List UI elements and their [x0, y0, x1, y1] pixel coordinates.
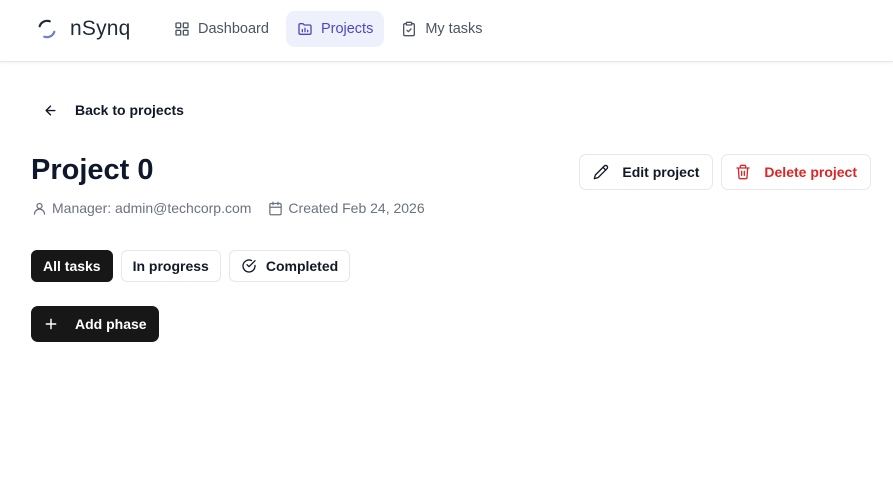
back-to-projects-link[interactable]: Back to projects — [43, 102, 184, 118]
filter-label: All tasks — [43, 258, 101, 274]
nav-item-my-tasks[interactable]: My tasks — [390, 11, 493, 47]
filter-label: In progress — [132, 258, 209, 274]
edit-project-label: Edit project — [622, 164, 700, 180]
project-meta: Manager: admin@techcorp.com Created Feb … — [32, 200, 425, 216]
plus-icon — [45, 318, 57, 330]
trash-icon — [736, 164, 751, 180]
filter-in-progress[interactable]: In progress — [120, 250, 221, 282]
nav-item-dashboard[interactable]: Dashboard — [163, 11, 280, 47]
created-info: Created Feb 24, 2026 — [268, 200, 425, 216]
calendar-icon — [269, 201, 283, 215]
delete-project-label: Delete project — [764, 164, 857, 180]
task-filters: All tasks In progress Completed — [31, 250, 351, 282]
logo-icon — [38, 19, 56, 39]
app-name: nSynq — [70, 17, 131, 40]
arrow-left-icon — [45, 104, 56, 116]
created-text: Created Feb 24, 2026 — [288, 200, 425, 216]
dashboard-grid-icon — [175, 22, 189, 36]
back-label: Back to projects — [75, 102, 184, 118]
filter-completed[interactable]: Completed — [228, 250, 351, 282]
top-navigation-bar: nSynq Dashboard Projects My tasks — [0, 0, 893, 62]
filter-all-tasks[interactable]: All tasks — [31, 250, 113, 282]
nav-item-label: Projects — [320, 21, 374, 37]
page-title: Project 0 — [31, 154, 154, 186]
manager-info: Manager: admin@techcorp.com — [32, 200, 251, 216]
edit-project-button[interactable]: Edit project — [579, 154, 714, 190]
nav-item-label: My tasks — [425, 21, 483, 37]
nav-item-projects[interactable]: Projects — [285, 11, 385, 47]
pencil-icon — [594, 164, 609, 180]
main-nav: Dashboard Projects My tasks — [163, 11, 494, 47]
clipboard-check-icon — [403, 21, 416, 37]
manager-text: Manager: admin@techcorp.com — [52, 200, 252, 216]
project-actions: Edit project Delete project — [579, 154, 871, 190]
delete-project-button[interactable]: Delete project — [721, 154, 871, 190]
filter-label: Completed — [265, 258, 339, 274]
nav-item-label: Dashboard — [198, 21, 269, 37]
user-icon — [33, 202, 46, 215]
add-phase-label: Add phase — [75, 316, 147, 332]
circle-check-icon — [242, 259, 256, 273]
folder-icon — [298, 23, 312, 35]
add-phase-button[interactable]: Add phase — [31, 306, 159, 342]
brand[interactable]: nSynq — [36, 17, 131, 41]
